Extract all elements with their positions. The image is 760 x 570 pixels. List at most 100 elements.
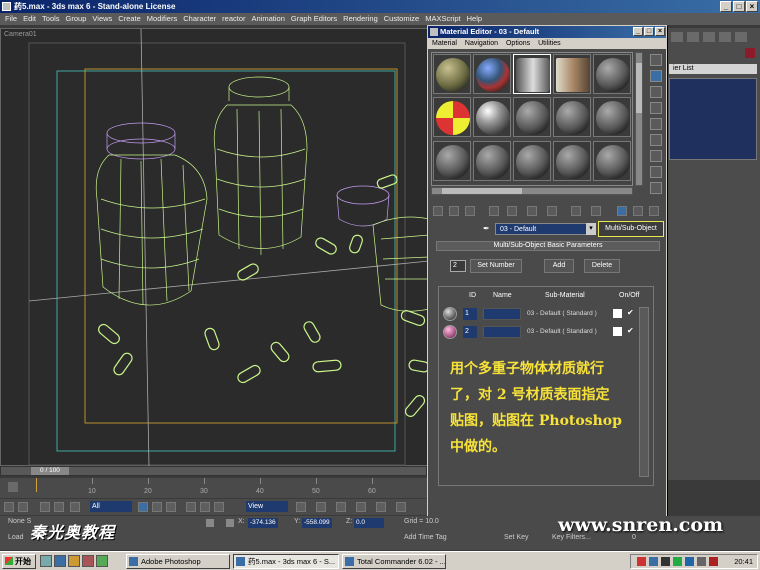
show-end-result-icon[interactable]: [617, 206, 627, 216]
sample-slot-active[interactable]: [513, 54, 551, 94]
menu-group[interactable]: Group: [63, 13, 90, 25]
sample-slot[interactable]: [433, 97, 471, 137]
menu-customize[interactable]: Customize: [381, 13, 422, 25]
slots-vertical-scrollbar[interactable]: [635, 52, 643, 186]
sub-material-swatch[interactable]: [443, 307, 457, 321]
sub-material-id[interactable]: 2: [463, 326, 477, 338]
render-icon[interactable]: [396, 502, 406, 512]
assign-to-selection-icon[interactable]: [465, 206, 475, 216]
sample-slot[interactable]: [433, 54, 471, 94]
menu-create[interactable]: Create: [115, 13, 144, 25]
show-map-in-viewport-icon[interactable]: [591, 206, 601, 216]
quicklaunch-desktop-icon[interactable]: [40, 555, 52, 567]
material-effects-channel-icon[interactable]: [571, 206, 581, 216]
menu-help[interactable]: Help: [464, 13, 485, 25]
named-selection-icon[interactable]: [356, 502, 366, 512]
make-copy-icon[interactable]: [507, 206, 517, 216]
sub-material-name-field[interactable]: [483, 308, 521, 320]
unlink-icon[interactable]: [54, 502, 64, 512]
backlight-icon[interactable]: [650, 70, 662, 82]
time-slider[interactable]: 0 / 100: [31, 467, 69, 475]
me-menu-navigation[interactable]: Navigation: [461, 38, 502, 49]
z-coord-field[interactable]: 0.0: [354, 518, 384, 528]
x-coord-field[interactable]: -374.136: [248, 518, 278, 528]
sample-type-icon[interactable]: [650, 54, 662, 66]
material-type-button[interactable]: Multi/Sub-Object: [598, 221, 664, 237]
tray-icon[interactable]: [673, 557, 682, 566]
motion-tab-icon[interactable]: [719, 32, 731, 42]
camera-viewport[interactable]: Camera01: [0, 28, 429, 467]
basic-parameters-rollout[interactable]: Multi/Sub-Object Basic Parameters: [436, 241, 660, 251]
task-total-commander[interactable]: Total Commander 6.02 - ...: [342, 554, 446, 569]
absolute-mode-icon[interactable]: [226, 519, 234, 527]
sample-slot[interactable]: [593, 54, 631, 94]
mirror-icon[interactable]: [316, 502, 326, 512]
quicklaunch-app-icon[interactable]: [96, 555, 108, 567]
app-icon[interactable]: [2, 2, 11, 11]
pivot-center-icon[interactable]: [296, 502, 306, 512]
me-minimize-button[interactable]: _: [633, 27, 643, 36]
menu-views[interactable]: Views: [89, 13, 115, 25]
layer-manager-icon[interactable]: [376, 502, 386, 512]
y-coord-field[interactable]: -558.099: [302, 518, 332, 528]
sample-slot[interactable]: [473, 54, 511, 94]
table-scrollbar[interactable]: [639, 307, 649, 477]
task-3dsmax[interactable]: 药5.max - 3ds max 6 - S...: [233, 554, 339, 569]
reset-map-icon[interactable]: [489, 206, 499, 216]
selection-filter-dropdown[interactable]: All: [90, 501, 132, 512]
go-to-parent-icon[interactable]: [633, 206, 643, 216]
trackbar[interactable]: 10 20 30 40 50 60: [0, 478, 427, 498]
menu-tools[interactable]: Tools: [39, 13, 63, 25]
sub-material-button[interactable]: 03 - Default ( Standard ): [527, 327, 597, 337]
sub-material-color[interactable]: [613, 327, 622, 336]
region-select-icon[interactable]: [166, 502, 176, 512]
sub-material-on-checkbox[interactable]: ✔: [627, 326, 634, 335]
me-menu-utilities[interactable]: Utilities: [534, 38, 565, 49]
menu-modifiers[interactable]: Modifiers: [144, 13, 180, 25]
options-icon[interactable]: [650, 150, 662, 162]
sample-slot[interactable]: [513, 141, 551, 181]
select-link-icon[interactable]: [40, 502, 50, 512]
background-checker-icon[interactable]: [650, 86, 662, 98]
tray-icon[interactable]: [637, 557, 646, 566]
sample-slot[interactable]: [513, 97, 551, 137]
task-photoshop[interactable]: Adobe Photoshop: [126, 554, 230, 569]
slots-horizontal-scrollbar[interactable]: [431, 187, 633, 195]
video-color-check-icon[interactable]: [650, 118, 662, 130]
material-name-field[interactable]: 03 - Default: [495, 223, 587, 235]
delete-button[interactable]: Delete: [584, 259, 620, 273]
align-icon[interactable]: [336, 502, 346, 512]
redo-icon[interactable]: [18, 502, 28, 512]
sample-slot[interactable]: [553, 97, 591, 137]
sample-slot[interactable]: [473, 97, 511, 137]
sample-slot[interactable]: [433, 141, 471, 181]
tray-icon[interactable]: [709, 557, 718, 566]
make-preview-icon[interactable]: [650, 134, 662, 146]
lock-selection-icon[interactable]: [206, 519, 214, 527]
time-slider-track[interactable]: 0 / 100: [0, 466, 427, 476]
modifier-stack[interactable]: [669, 78, 757, 160]
column-sub-material[interactable]: Sub-Material: [545, 292, 585, 299]
select-by-material-icon[interactable]: [650, 166, 662, 178]
me-maximize-button[interactable]: □: [644, 27, 654, 36]
tray-icon[interactable]: [649, 557, 658, 566]
set-number-button[interactable]: Set Number: [470, 259, 522, 273]
menu-edit[interactable]: Edit: [20, 13, 39, 25]
menu-animation[interactable]: Animation: [249, 13, 288, 25]
put-to-library-icon[interactable]: [547, 206, 557, 216]
sample-slot[interactable]: [473, 141, 511, 181]
sample-slot[interactable]: [593, 141, 631, 181]
me-menu-options[interactable]: Options: [502, 38, 534, 49]
move-icon[interactable]: [186, 502, 196, 512]
tray-icon[interactable]: [685, 557, 694, 566]
close-button[interactable]: ×: [746, 1, 758, 12]
sample-slot[interactable]: [593, 97, 631, 137]
put-to-scene-icon[interactable]: [449, 206, 459, 216]
sample-slot[interactable]: [553, 141, 591, 181]
sub-material-button[interactable]: 03 - Default ( Standard ): [527, 309, 597, 319]
sub-material-swatch[interactable]: [443, 325, 457, 339]
get-material-icon[interactable]: [433, 206, 443, 216]
me-menu-material[interactable]: Material: [428, 38, 461, 49]
menu-reactor[interactable]: reactor: [219, 13, 248, 25]
material-navigator-icon[interactable]: [650, 182, 662, 194]
